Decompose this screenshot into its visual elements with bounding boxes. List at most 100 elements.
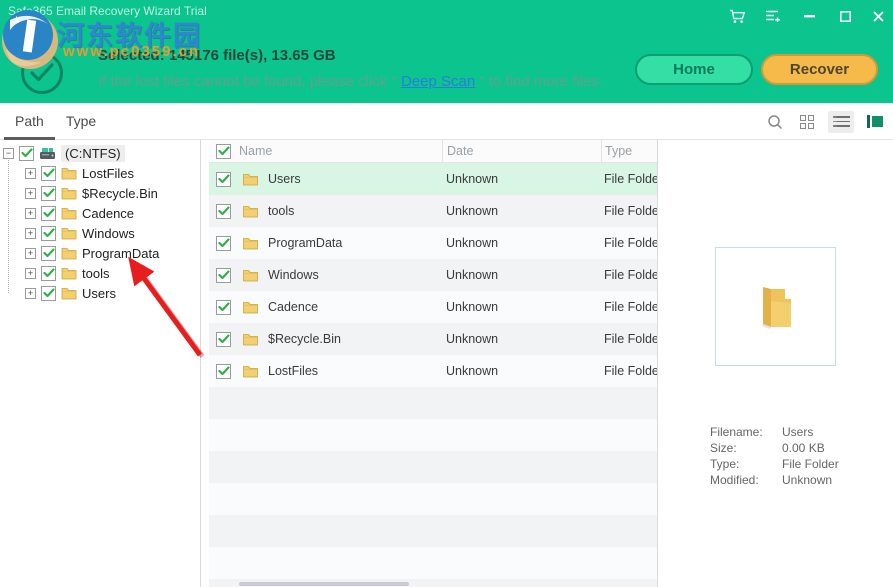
detail-label: Filename: xyxy=(710,424,782,440)
recover-button[interactable]: Recover xyxy=(761,54,878,85)
column-label: Name xyxy=(239,144,272,158)
cell-date: Unknown xyxy=(442,236,601,250)
checkbox[interactable] xyxy=(41,206,56,221)
tree-item-label[interactable]: Users xyxy=(82,286,116,301)
checkbox[interactable] xyxy=(19,146,34,161)
panel-gap xyxy=(201,140,209,587)
tree-item-label[interactable]: ProgramData xyxy=(82,246,159,261)
horizontal-scrollbar[interactable] xyxy=(239,582,409,586)
file-details: Filename: Users Size: 0.00 KB Type: File… xyxy=(710,424,839,488)
list-view-icon[interactable] xyxy=(828,111,854,133)
checkbox[interactable] xyxy=(41,246,56,261)
tab-type[interactable]: Type xyxy=(55,103,107,140)
row-checkbox[interactable] xyxy=(216,332,231,347)
folder-preview-icon xyxy=(749,283,803,331)
cell-date: Unknown xyxy=(442,364,601,378)
tree-item-label[interactable]: Cadence xyxy=(82,206,134,221)
folder-icon xyxy=(242,300,259,314)
checkbox[interactable] xyxy=(41,186,56,201)
tab-path[interactable]: Path xyxy=(4,103,55,140)
table-row-lostfiles[interactable]: LostFiles Unknown File Folder xyxy=(209,355,657,387)
folder-icon xyxy=(61,246,77,260)
empty-row xyxy=(209,451,657,483)
cell-name-block: ProgramData xyxy=(209,236,442,251)
file-table: Name Date Type Users Unknown File Folder xyxy=(209,140,658,587)
table-row-windows[interactable]: Windows Unknown File Folder xyxy=(209,259,657,291)
select-all-checkbox[interactable] xyxy=(216,144,231,159)
expand-icon[interactable]: + xyxy=(25,248,36,259)
tree-item-label[interactable]: tools xyxy=(82,266,109,281)
collapse-icon[interactable]: − xyxy=(3,148,14,159)
cell-type: File Folder xyxy=(601,268,657,282)
hint-line: If the lost files cannot be found, pleas… xyxy=(98,73,603,90)
detail-value: Unknown xyxy=(782,472,832,488)
cell-type: File Folder xyxy=(601,364,657,378)
expand-icon[interactable]: + xyxy=(25,268,36,279)
expand-icon[interactable]: + xyxy=(25,188,36,199)
row-checkbox[interactable] xyxy=(216,236,231,251)
tree-item-windows[interactable]: + Windows xyxy=(0,223,200,243)
table-row-cadence[interactable]: Cadence Unknown File Folder xyxy=(209,291,657,323)
table-row-programdata[interactable]: ProgramData Unknown File Folder xyxy=(209,227,657,259)
cart-icon[interactable] xyxy=(719,1,755,31)
detail-value: Users xyxy=(782,424,813,440)
expand-icon[interactable]: + xyxy=(25,168,36,179)
table-row-recycle-bin[interactable]: $Recycle.Bin Unknown File Folder xyxy=(209,323,657,355)
row-checkbox[interactable] xyxy=(216,268,231,283)
tree-item-label[interactable]: Windows xyxy=(82,226,135,241)
detail-row: Filename: Users xyxy=(710,424,839,440)
tree-item-tools[interactable]: + tools xyxy=(0,263,200,283)
cell-name: Cadence xyxy=(268,300,318,314)
tree-item-root[interactable]: − (C:NTFS) xyxy=(0,143,200,163)
search-icon[interactable] xyxy=(764,111,786,133)
column-header-date[interactable]: Date xyxy=(442,140,601,162)
maximize-button[interactable] xyxy=(827,1,863,31)
folder-icon xyxy=(61,186,77,200)
tree-item-label[interactable]: LostFiles xyxy=(82,166,134,181)
tree-item-programdata[interactable]: + ProgramData xyxy=(0,243,200,263)
checkbox[interactable] xyxy=(41,286,56,301)
tree-item-cadence[interactable]: + Cadence xyxy=(0,203,200,223)
folder-icon xyxy=(242,172,259,186)
row-checkbox[interactable] xyxy=(216,204,231,219)
row-checkbox[interactable] xyxy=(216,364,231,379)
column-header-name[interactable]: Name xyxy=(209,140,442,162)
checkbox[interactable] xyxy=(41,166,56,181)
folder-icon xyxy=(61,286,77,300)
grid-view-icon[interactable] xyxy=(796,111,818,133)
column-header-type[interactable]: Type xyxy=(601,140,657,162)
cell-name-block: Users xyxy=(209,172,442,187)
table-row-users[interactable]: Users Unknown File Folder xyxy=(209,163,657,195)
expand-icon[interactable]: + xyxy=(25,228,36,239)
folder-tree-panel: − (C:NTFS) + xyxy=(0,140,201,587)
deep-scan-link[interactable]: Deep Scan xyxy=(401,73,475,90)
cell-date: Unknown xyxy=(442,204,601,218)
hint-prefix: If the lost files cannot be found, pleas… xyxy=(98,73,401,90)
cell-name-block: $Recycle.Bin xyxy=(209,332,442,347)
close-button[interactable] xyxy=(863,1,893,31)
expand-icon[interactable]: + xyxy=(25,208,36,219)
tree-item-users[interactable]: + Users xyxy=(0,283,200,303)
tree-item-label[interactable]: $Recycle.Bin xyxy=(82,186,158,201)
expand-icon[interactable]: + xyxy=(25,288,36,299)
tree-item-label[interactable]: (C:NTFS) xyxy=(61,145,125,162)
success-check-icon xyxy=(21,52,63,94)
cell-date: Unknown xyxy=(442,172,601,186)
cell-name: Windows xyxy=(268,268,319,282)
home-button[interactable]: Home xyxy=(635,54,753,85)
view-toolbar xyxy=(764,103,886,140)
cell-name: $Recycle.Bin xyxy=(268,332,341,346)
checkbox[interactable] xyxy=(41,266,56,281)
minimize-button[interactable] xyxy=(791,1,827,31)
row-checkbox[interactable] xyxy=(216,300,231,315)
table-row-tools[interactable]: tools Unknown File Folder xyxy=(209,195,657,227)
row-checkbox[interactable] xyxy=(216,172,231,187)
checkbox[interactable] xyxy=(41,226,56,241)
detail-row: Modified: Unknown xyxy=(710,472,839,488)
tree-item-lostfiles[interactable]: + LostFiles xyxy=(0,163,200,183)
empty-row xyxy=(209,483,657,515)
preview-panel-toggle-icon[interactable] xyxy=(864,111,886,133)
cell-name-block: Cadence xyxy=(209,300,442,315)
tree-item-recycle-bin[interactable]: + $Recycle.Bin xyxy=(0,183,200,203)
options-list-icon[interactable] xyxy=(755,1,791,31)
